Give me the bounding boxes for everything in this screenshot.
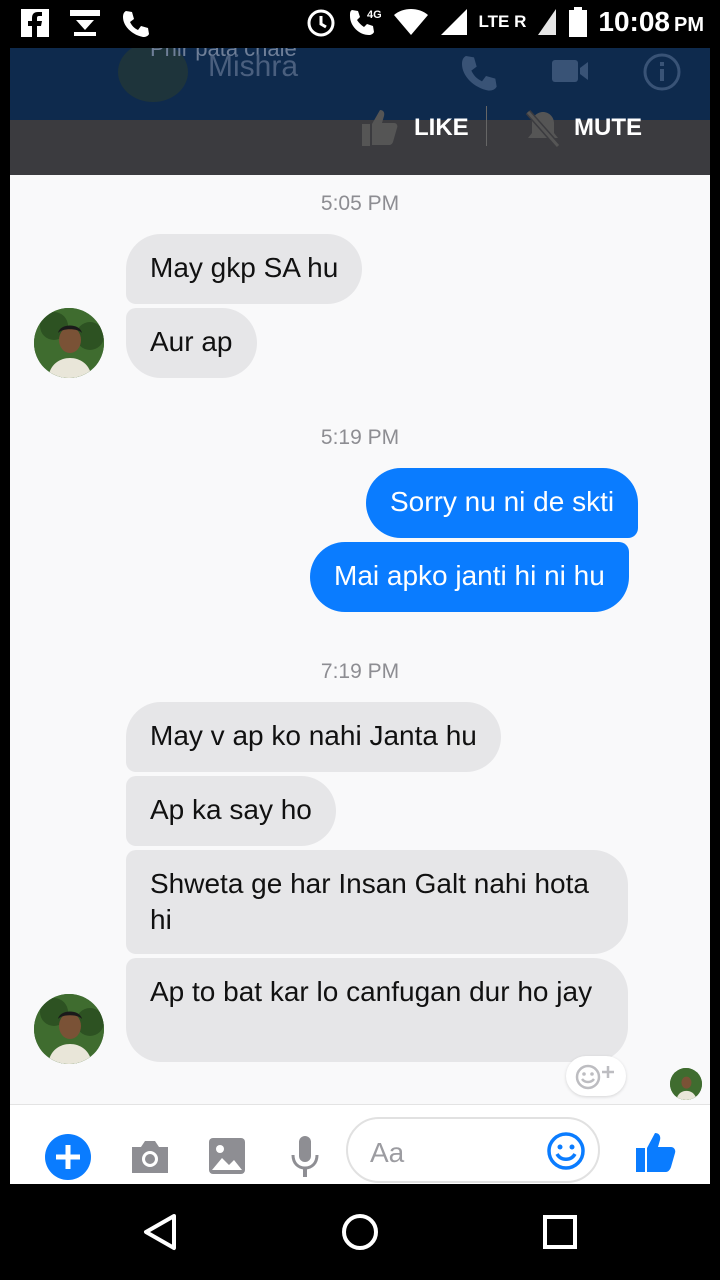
wifi-call-icon: 4G bbox=[349, 9, 382, 35]
emoji-icon[interactable] bbox=[546, 1131, 586, 1171]
phone-icon bbox=[123, 11, 149, 37]
messenger-conversation: Phir pata chale Mishra LIKE MUTE 5:05 PM… bbox=[10, 48, 710, 1184]
mute-action[interactable]: MUTE bbox=[524, 108, 642, 148]
like-label: LIKE bbox=[414, 114, 469, 141]
recents-icon[interactable] bbox=[542, 1214, 578, 1250]
like-action[interactable]: LIKE bbox=[358, 108, 469, 148]
avatar[interactable] bbox=[34, 994, 104, 1064]
message-outgoing[interactable]: Sorry nu ni de skti bbox=[366, 468, 639, 538]
video-call-icon[interactable] bbox=[550, 56, 590, 86]
image-icon[interactable] bbox=[208, 1137, 246, 1175]
info-icon[interactable] bbox=[642, 52, 682, 92]
message-input-placeholder: Aa bbox=[370, 1137, 405, 1168]
clock-time: 10:08 bbox=[598, 6, 670, 37]
notification-icon bbox=[70, 10, 100, 36]
avatar[interactable] bbox=[34, 308, 104, 378]
camera-icon[interactable] bbox=[128, 1137, 172, 1177]
conversation-header: Phir pata chale Mishra LIKE MUTE bbox=[10, 48, 710, 175]
add-reaction-button[interactable] bbox=[566, 1056, 626, 1096]
navigation-bar bbox=[0, 1184, 720, 1280]
back-icon[interactable] bbox=[140, 1212, 180, 1252]
message-input[interactable]: Aa bbox=[346, 1117, 600, 1183]
message-incoming[interactable]: May v ap ko nahi Janta hu bbox=[126, 702, 501, 772]
mute-label: MUTE bbox=[574, 114, 642, 141]
composer: Aa bbox=[10, 1104, 710, 1184]
message-incoming[interactable]: May gkp SA hu bbox=[126, 234, 363, 304]
seen-indicator-avatar bbox=[670, 1068, 702, 1100]
bell-off-icon bbox=[525, 110, 561, 148]
home-icon[interactable] bbox=[340, 1212, 380, 1252]
facebook-icon bbox=[21, 9, 49, 37]
battery-icon bbox=[569, 7, 588, 37]
signal-icon bbox=[538, 9, 557, 35]
phone-icon[interactable] bbox=[458, 52, 498, 92]
signal-icon bbox=[440, 9, 467, 35]
thumbs-up-icon[interactable] bbox=[634, 1129, 678, 1175]
status-bar: 4G LTE R 10:08 PM bbox=[0, 0, 720, 48]
thumbs-up-icon bbox=[362, 110, 398, 146]
timestamp: 7:19 PM bbox=[320, 660, 400, 683]
lte-label: LTE R bbox=[478, 12, 527, 31]
emoji-icon bbox=[575, 1064, 614, 1090]
alarm-icon bbox=[307, 9, 335, 37]
timestamp: 5:05 PM bbox=[320, 192, 400, 215]
message-incoming[interactable]: Aur ap bbox=[126, 308, 257, 378]
message-incoming[interactable]: Ap ka say ho bbox=[126, 776, 336, 846]
message-incoming[interactable]: Shweta ge har Insan Galt nahi hota hi bbox=[126, 850, 628, 954]
svg-text:4G: 4G bbox=[367, 9, 382, 21]
clock-ampm: PM bbox=[674, 13, 704, 36]
plus-icon[interactable] bbox=[44, 1133, 92, 1181]
message-outgoing[interactable]: Mai apko janti hi ni hu bbox=[310, 542, 629, 612]
mic-icon[interactable] bbox=[290, 1135, 320, 1179]
divider bbox=[486, 106, 487, 146]
message-incoming[interactable]: Ap to bat kar lo canfugan dur ho jay bbox=[126, 958, 628, 1062]
timestamp: 5:19 PM bbox=[320, 426, 400, 449]
wifi-icon bbox=[393, 9, 428, 35]
contact-name[interactable]: Mishra bbox=[208, 50, 298, 84]
